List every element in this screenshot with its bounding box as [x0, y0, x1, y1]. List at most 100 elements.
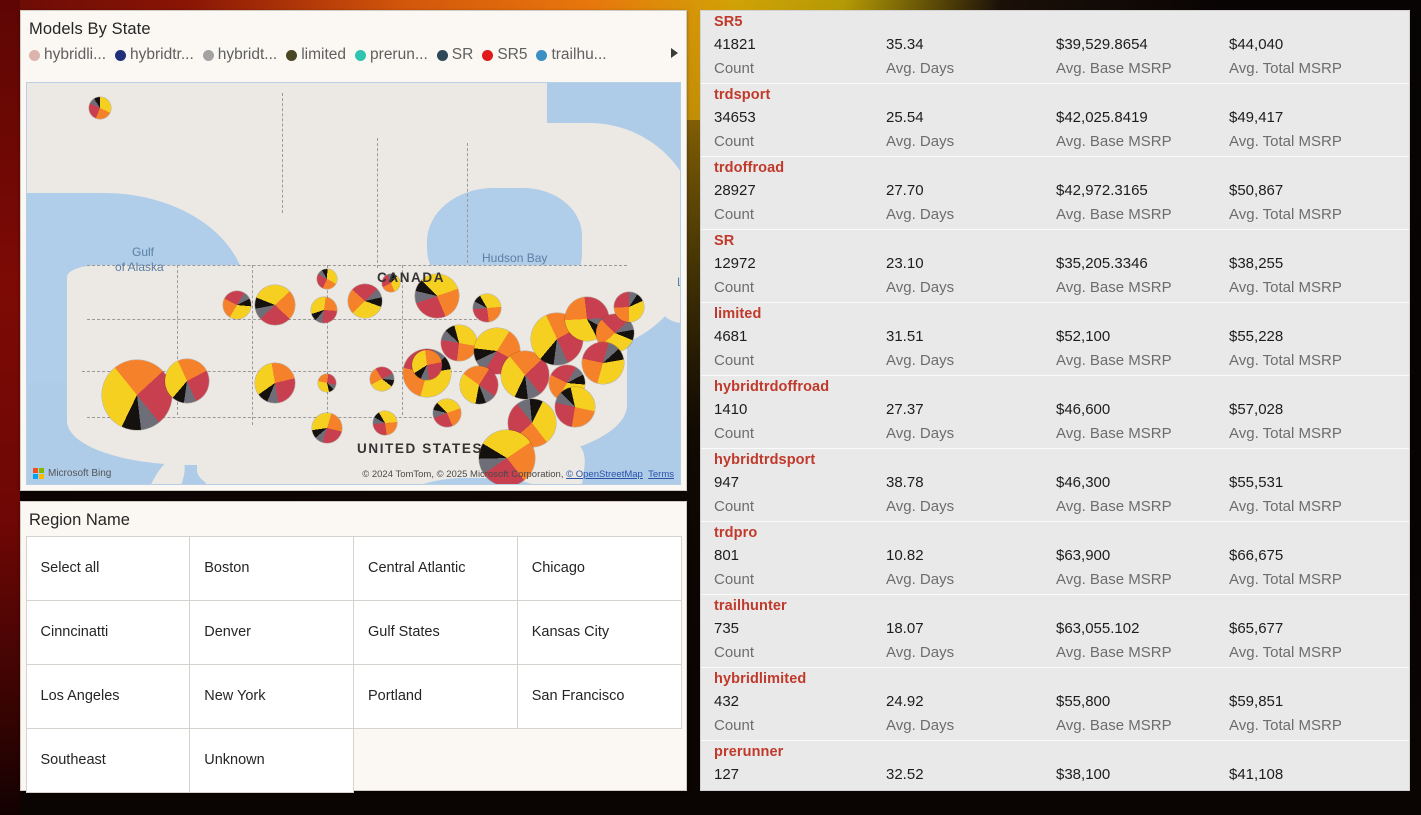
state-pie-marker[interactable]: [433, 399, 461, 427]
legend-item-sr5[interactable]: SR5: [482, 46, 527, 64]
slicer-item-los-angeles[interactable]: Los Angeles: [25, 663, 191, 729]
legend-item-trailhu[interactable]: trailhu...: [536, 46, 607, 64]
metric-cell-count: 34653 Count: [714, 105, 886, 153]
metric-label: Count: [714, 133, 755, 150]
state-pie-marker[interactable]: [317, 269, 337, 289]
slicer-empty-cell: [353, 728, 518, 793]
map-border-line: [467, 143, 468, 263]
metric-cell-count: 432 Count: [714, 689, 886, 737]
slicer-item-gulf-states[interactable]: Gulf States: [353, 599, 518, 665]
map-label: Gulf: [132, 245, 155, 259]
model-metrics-table[interactable]: SR5 41821 Count 35.34 Avg. Days $39,529.8654 A…: [700, 10, 1410, 791]
map-border-line: [377, 138, 378, 268]
table-row[interactable]: hybridtrdsport 947 Count 38.78 Avg. Days $46,…: [701, 449, 1409, 522]
metric-cell-avg-base-msrp: $63,900 Avg. Base MSRP: [1056, 543, 1229, 591]
slicer-item-unknown[interactable]: Unknown: [189, 727, 354, 793]
metric-cell-avg-total-msrp: $57,028 Avg. Total MSRP: [1229, 397, 1409, 445]
table-row[interactable]: trdoffroad 28927 Count 27.70 Avg. Days $42,97…: [701, 157, 1409, 230]
state-pie-marker[interactable]: [582, 342, 624, 384]
legend-item-limited[interactable]: limited: [286, 46, 346, 64]
legend-item-hybridtr[interactable]: hybridtr...: [115, 46, 194, 64]
slicer-item-new-york[interactable]: New York: [189, 663, 354, 729]
legend-item-hybridt[interactable]: hybridt...: [202, 46, 277, 64]
legend-item-prerun[interactable]: prerun...: [355, 46, 428, 64]
state-pie-marker[interactable]: [614, 292, 644, 322]
slicer-item-chicago[interactable]: Chicago: [516, 535, 682, 601]
slicer-item-central-atlantic[interactable]: Central Atlantic: [353, 535, 518, 601]
table-row[interactable]: trailhunter 735 Count 18.07 Avg. Days $63,055…: [701, 595, 1409, 668]
metric-cell-avg-days: 25.54 Avg. Days: [886, 105, 1056, 153]
metric-cell-avg-base-msrp: $35,205.3346 Avg. Base MSRP: [1056, 251, 1229, 299]
state-pie-marker[interactable]: [165, 359, 209, 403]
table-row[interactable]: SR 12972 Count 23.10 Avg. Days $35,205.3346 Av…: [701, 230, 1409, 303]
table-row[interactable]: SR5 41821 Count 35.34 Avg. Days $39,529.8654 A…: [701, 11, 1409, 84]
legend-label: limited: [301, 46, 347, 63]
metric-cell-avg-base-msrp: $63,055.102 Avg. Base MSRP: [1056, 616, 1229, 664]
legend-label: hybridli...: [44, 46, 107, 63]
metric-value: $55,228: [1229, 328, 1284, 345]
state-pie-marker[interactable]: [460, 366, 498, 404]
table-row[interactable]: trdsport 34653 Count 25.54 Avg. Days $42,025.…: [701, 84, 1409, 157]
metric-label: Avg. Base MSRP: [1056, 717, 1172, 734]
table-row[interactable]: trdpro 801 Count 10.82 Avg. Days $63,900 Avg. …: [701, 522, 1409, 595]
state-pie-marker[interactable]: [555, 387, 595, 427]
slicer-item-boston[interactable]: Boston: [189, 535, 354, 601]
map-label: CANADA: [377, 270, 446, 285]
terms-link[interactable]: Terms: [648, 469, 674, 480]
metric-cell-count: 735 Count: [714, 616, 886, 664]
metric-value: $57,028: [1229, 401, 1284, 418]
metric-label: Avg. Total MSRP: [1229, 60, 1342, 77]
state-pie-marker[interactable]: [312, 413, 342, 443]
slicer-item-southeast[interactable]: Southeast: [25, 727, 191, 793]
legend-item-sr[interactable]: SR: [436, 46, 473, 64]
legend-next-arrow-icon[interactable]: [671, 48, 678, 58]
metric-label: Avg. Days: [886, 133, 955, 150]
slicer-item-kansas-city[interactable]: Kansas City: [516, 599, 682, 665]
openstreetmap-link[interactable]: © OpenStreetMap: [566, 469, 643, 480]
table-row[interactable]: limited 4681 Count 31.51 Avg. Days $52,100 Avg…: [701, 303, 1409, 376]
legend-item-hybridli[interactable]: hybridli...: [29, 46, 106, 64]
metric-label: Count: [714, 352, 755, 369]
state-pie-marker[interactable]: [223, 291, 251, 319]
slicer-item-denver[interactable]: Denver: [189, 599, 354, 665]
metric-cell-avg-total-msrp: $59,851 Avg. Total MSRP: [1229, 689, 1409, 737]
legend-swatch-icon: [29, 49, 40, 61]
metric-cell-avg-total-msrp: $44,040 Avg. Total MSRP: [1229, 32, 1409, 80]
slicer-item-portland[interactable]: Portland: [353, 663, 518, 729]
table-row[interactable]: prerunner 127 Count 32.52 Avg. Days $38,100 Av…: [701, 741, 1409, 790]
metric-value: $44,040: [1229, 36, 1284, 53]
table-row[interactable]: hybridtrdoffroad 1410 Count 27.37 Avg. Days $…: [701, 376, 1409, 449]
metric-cell-avg-base-msrp: $46,600 Avg. Base MSRP: [1056, 397, 1229, 445]
legend-swatch-icon: [202, 49, 214, 61]
state-pie-marker[interactable]: [102, 360, 172, 430]
state-pie-marker[interactable]: [89, 97, 111, 119]
metric-cell-avg-total-msrp: $65,677 Avg. Total MSRP: [1229, 616, 1409, 664]
metric-value: $65,677: [1229, 620, 1284, 637]
state-pie-marker[interactable]: [255, 285, 295, 325]
metric-label: Avg. Days: [886, 60, 955, 77]
state-pie-marker[interactable]: [373, 411, 397, 435]
metric-row: 28927 Count 27.70 Avg. Days $42,972.3165 Avg.…: [701, 178, 1409, 229]
metric-label: Avg. Days: [886, 787, 1056, 790]
metric-cell-avg-days: 32.52 Avg. Days: [886, 762, 1056, 790]
state-pie-marker[interactable]: [311, 297, 337, 323]
slicer-item-select-all[interactable]: Select all: [25, 535, 191, 601]
table-row[interactable]: hybridlimited 432 Count 24.92 Avg. Days $55,8…: [701, 668, 1409, 741]
state-pie-marker[interactable]: [441, 325, 477, 361]
group-header-label: SR: [714, 233, 735, 249]
metric-cell-count: 1410 Count: [714, 397, 886, 445]
slicer-item-san-francisco[interactable]: San Francisco: [516, 663, 682, 729]
state-pie-marker[interactable]: [318, 374, 336, 392]
metric-row: 4681 Count 31.51 Avg. Days $52,100 Avg. Base …: [701, 324, 1409, 375]
metric-value: $42,025.8419: [1056, 109, 1148, 126]
metric-value: 10.82: [886, 547, 924, 564]
map-border-line: [327, 265, 328, 425]
state-pie-marker[interactable]: [412, 350, 442, 380]
bing-map[interactable]: Gulfof Alaska CANADA Hudson Bay Lab UNITED S…: [26, 82, 681, 485]
map-border-line: [402, 265, 403, 415]
slicer-item-cinncinatti[interactable]: Cinncinatti: [25, 599, 191, 665]
state-pie-marker[interactable]: [473, 294, 501, 322]
state-pie-marker[interactable]: [348, 284, 382, 318]
state-pie-marker[interactable]: [370, 367, 394, 391]
state-pie-marker[interactable]: [255, 363, 295, 403]
